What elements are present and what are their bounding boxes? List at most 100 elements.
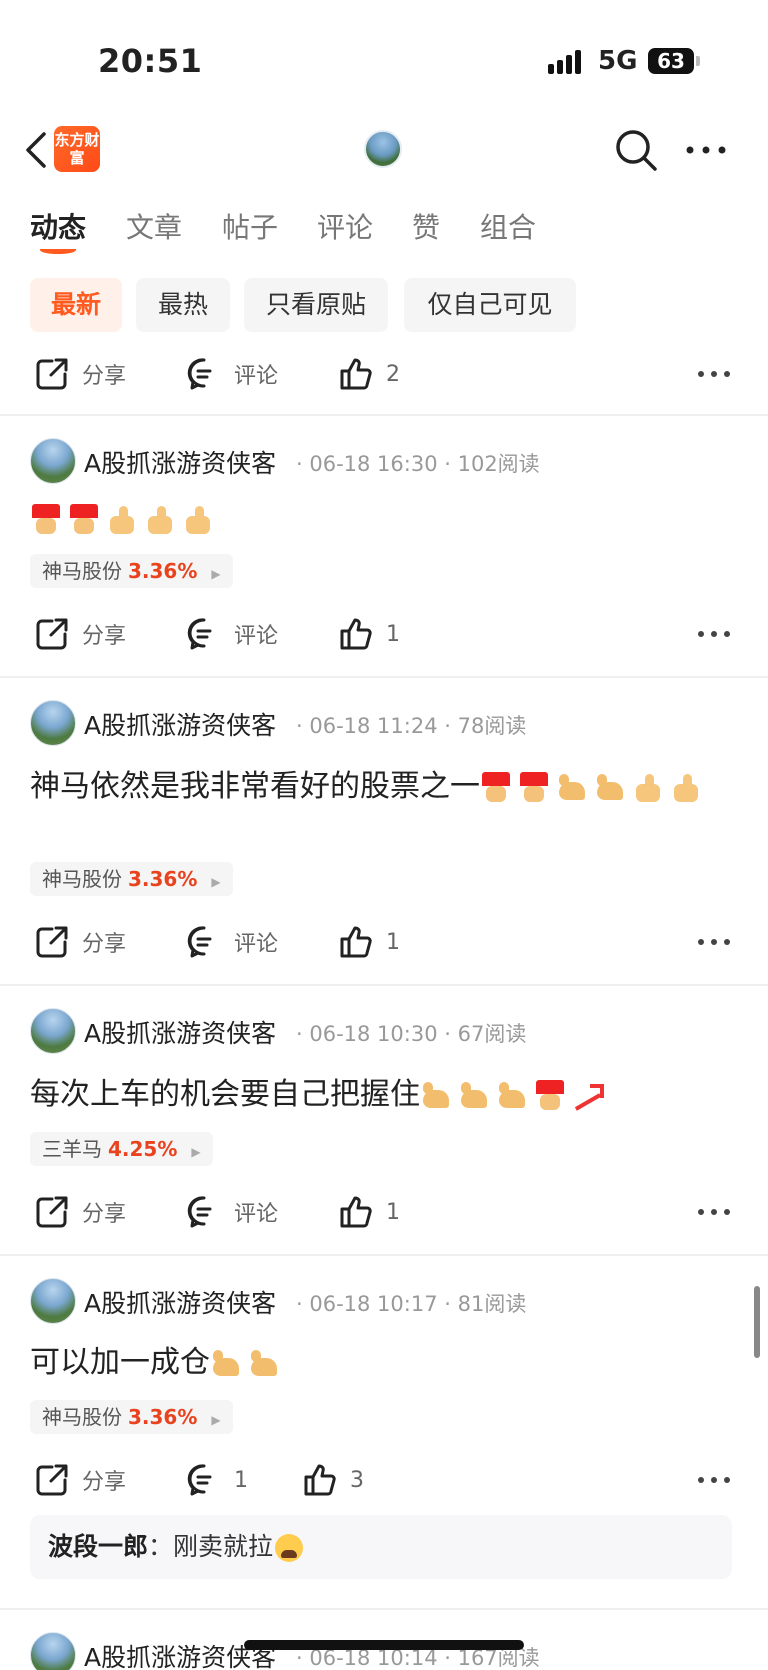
thumbs-up-emoji-icon	[632, 772, 664, 804]
author-avatar[interactable]	[30, 1008, 76, 1054]
post-text: 可以加一成仓	[30, 1345, 210, 1380]
chevron-right-icon: ▶	[191, 1145, 201, 1159]
thumbs-up-icon	[304, 1464, 336, 1496]
share-button[interactable]: 分享	[34, 924, 126, 960]
stock-tag[interactable]: 神马股份 3.36% ▶	[30, 862, 233, 896]
back-arrow-icon[interactable]	[18, 130, 54, 170]
tab-portfolio[interactable]: 组合	[480, 206, 536, 246]
commenter-name[interactable]: 波段一郎	[48, 1532, 148, 1561]
post-more-icon[interactable]	[696, 930, 732, 954]
filter-bar: 最新 最热 只看原贴 仅自己可见	[0, 278, 768, 334]
post-meta: · 06-18 16:30 · 102阅读	[296, 452, 540, 476]
tab-active-indicator	[40, 246, 76, 254]
comment-label: 评论	[234, 364, 279, 389]
stock-tag[interactable]: 三羊马 4.25% ▶	[30, 1132, 213, 1166]
post-meta: · 06-18 11:24 · 78阅读	[296, 714, 527, 738]
share-label: 分享	[82, 364, 127, 389]
comment-icon	[187, 1196, 212, 1228]
author-avatar[interactable]	[30, 700, 76, 746]
comment-count: 评论	[234, 1202, 279, 1227]
post-actions: 分享 评论 1	[0, 612, 768, 656]
home-indicator[interactable]	[244, 1640, 524, 1650]
share-button[interactable]: 分享	[34, 616, 126, 652]
post-header: A股抓涨游资侠客 · 06-18 10:17 · 81阅读	[0, 1278, 768, 1326]
comment-button[interactable]: 评论	[186, 924, 278, 960]
post-content[interactable]: 神马依然是我非常看好的股票之一	[30, 768, 738, 806]
stock-change: 3.36%	[128, 867, 198, 891]
like-button[interactable]: 2	[338, 356, 400, 392]
fist-emoji-icon	[518, 771, 550, 804]
post-header: A股抓涨游资侠客 · 06-18 11:24 · 78阅读	[0, 700, 768, 748]
post-content[interactable]	[30, 500, 738, 538]
author-avatar[interactable]	[30, 1632, 76, 1670]
tab-articles[interactable]: 文章	[126, 206, 182, 246]
like-button[interactable]: 3	[302, 1462, 364, 1498]
comment-button[interactable]: 评论	[186, 1194, 278, 1230]
comment-button[interactable]: 1	[186, 1462, 248, 1498]
fist-emoji-icon	[480, 771, 512, 804]
stock-tag[interactable]: 神马股份 3.36% ▶	[30, 554, 233, 588]
thumbs-up-icon	[340, 618, 372, 650]
author-name[interactable]: A股抓涨游资侠客	[84, 706, 276, 742]
app-logo[interactable]: 东方财富	[54, 126, 100, 172]
share-label: 分享	[82, 932, 127, 957]
more-icon[interactable]	[684, 128, 728, 172]
tab-comments[interactable]: 评论	[317, 206, 373, 246]
stock-name: 三羊马	[42, 1137, 102, 1161]
flexed-biceps-emoji-icon	[458, 1080, 490, 1112]
share-label: 分享	[82, 624, 127, 649]
share-icon	[36, 358, 68, 390]
tab-dynamic[interactable]: 动态	[30, 206, 86, 246]
share-button[interactable]: 分享	[34, 1194, 126, 1230]
like-button[interactable]: 1	[338, 924, 400, 960]
divider	[0, 984, 768, 986]
divider	[0, 1608, 768, 1610]
post-meta: · 06-18 10:30 · 67阅读	[296, 1022, 527, 1046]
post-header: A股抓涨游资侠客 · 06-18 16:30 · 102阅读	[0, 438, 768, 486]
share-button[interactable]: 分享	[34, 1462, 126, 1498]
profile-avatar[interactable]	[364, 130, 402, 168]
share-icon	[36, 618, 68, 650]
post-more-icon[interactable]	[696, 622, 732, 646]
comment-icon	[187, 618, 212, 650]
filter-hottest[interactable]: 最热	[136, 278, 230, 332]
nav-bar: 东方财富	[0, 118, 768, 182]
author-name[interactable]: A股抓涨游资侠客	[84, 1284, 276, 1320]
divider	[0, 1254, 768, 1256]
tab-posts[interactable]: 帖子	[222, 206, 278, 246]
post-more-icon[interactable]	[696, 1468, 732, 1492]
comment-count: 评论	[234, 624, 279, 649]
like-count: 3	[350, 1467, 364, 1493]
author-avatar[interactable]	[30, 1278, 76, 1324]
filter-self-visible[interactable]: 仅自己可见	[404, 278, 576, 332]
post-more-icon[interactable]	[696, 362, 732, 386]
author-name[interactable]: A股抓涨游资侠客	[84, 444, 276, 480]
thumbs-up-emoji-icon	[106, 504, 138, 536]
post-content[interactable]: 可以加一成仓	[30, 1344, 738, 1382]
filter-original-only[interactable]: 只看原贴	[244, 278, 388, 332]
share-icon	[36, 1196, 68, 1228]
comment-button[interactable]: 评论	[186, 356, 278, 392]
comment-button[interactable]: 评论	[186, 616, 278, 652]
like-button[interactable]: 1	[338, 1194, 400, 1230]
post-more-icon[interactable]	[696, 1200, 732, 1224]
filter-latest[interactable]: 最新	[30, 278, 122, 332]
like-button[interactable]: 1	[338, 616, 400, 652]
cellular-signal-icon	[548, 48, 588, 74]
comment-count: 评论	[234, 932, 279, 957]
comment-count: 1	[234, 1467, 248, 1493]
share-button[interactable]: 分享	[34, 356, 126, 392]
chevron-right-icon: ▶	[211, 875, 221, 889]
author-name[interactable]: A股抓涨游资侠客	[84, 1014, 276, 1050]
scrollbar[interactable]	[754, 1286, 760, 1358]
author-avatar[interactable]	[30, 438, 76, 484]
tab-likes[interactable]: 赞	[412, 206, 440, 246]
search-icon[interactable]	[614, 128, 658, 172]
stock-tag[interactable]: 神马股份 3.36% ▶	[30, 1400, 233, 1434]
post-header: A股抓涨游资侠客 · 06-18 10:30 · 67阅读	[0, 1008, 768, 1056]
like-count: 1	[386, 1199, 400, 1225]
stock-name: 神马股份	[42, 559, 122, 583]
top-comment[interactable]: 波段一郎：刚卖就拉	[30, 1515, 732, 1579]
post-content[interactable]: 每次上车的机会要自己把握住	[30, 1076, 738, 1114]
chart-up-emoji-icon	[572, 1080, 604, 1112]
